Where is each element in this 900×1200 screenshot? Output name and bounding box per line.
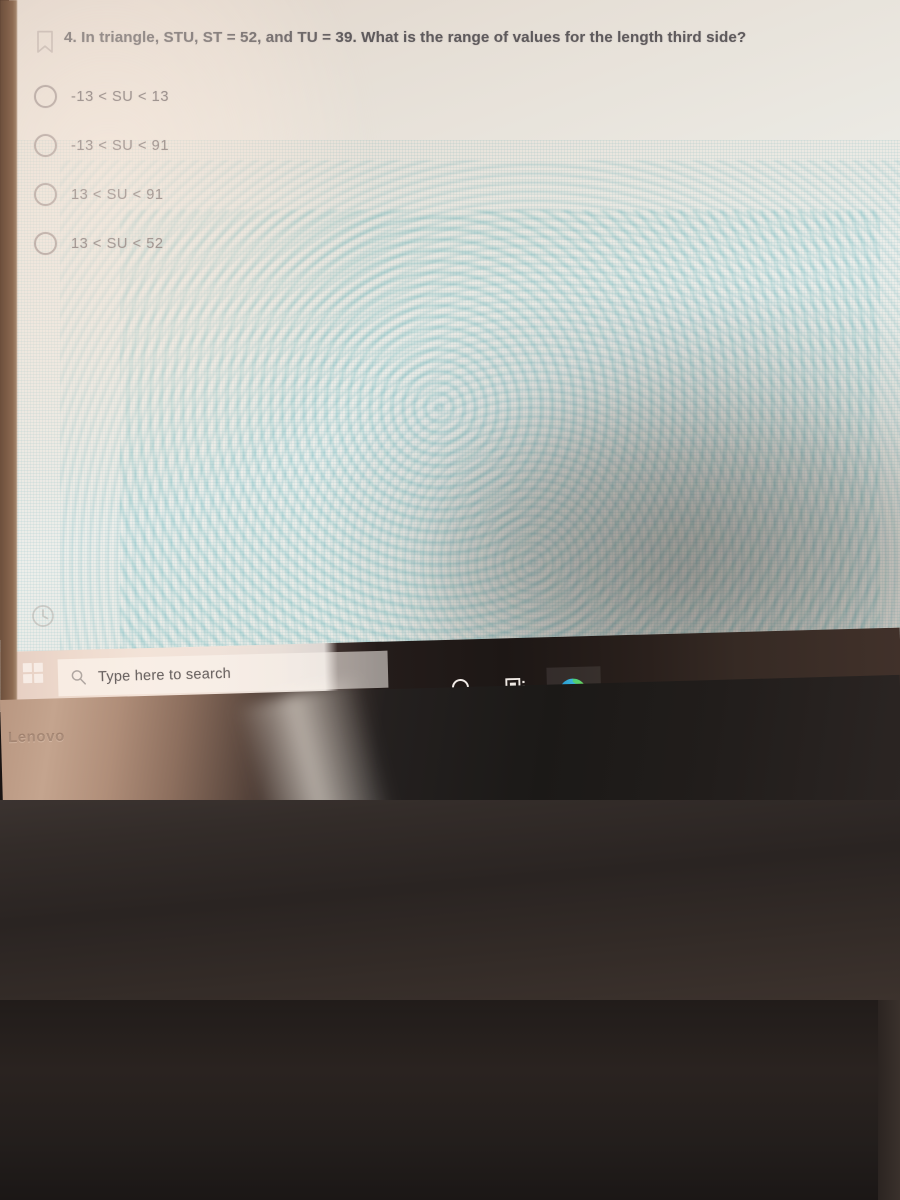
laptop-photo: 4. In triangle, STU, ST = 52, and TU = 3…	[0, 0, 900, 1200]
laptop-screen: 4. In triangle, STU, ST = 52, and TU = 3…	[0, 0, 900, 712]
search-placeholder-text: Type here to search	[97, 665, 232, 685]
windows-logo-icon	[22, 662, 44, 684]
deck-right-edge	[878, 1000, 900, 1200]
screen-bezel-left	[0, 0, 17, 712]
laptop-keyboard: Esc Lock F1 F2 F3	[0, 1000, 900, 1200]
start-button[interactable]	[16, 656, 51, 691]
search-icon	[71, 670, 86, 685]
lenovo-brand-logo: Lenovo	[7, 727, 66, 747]
screen-shadow-overlay-2	[430, 430, 900, 712]
screen-glare-overlay	[0, 0, 500, 712]
